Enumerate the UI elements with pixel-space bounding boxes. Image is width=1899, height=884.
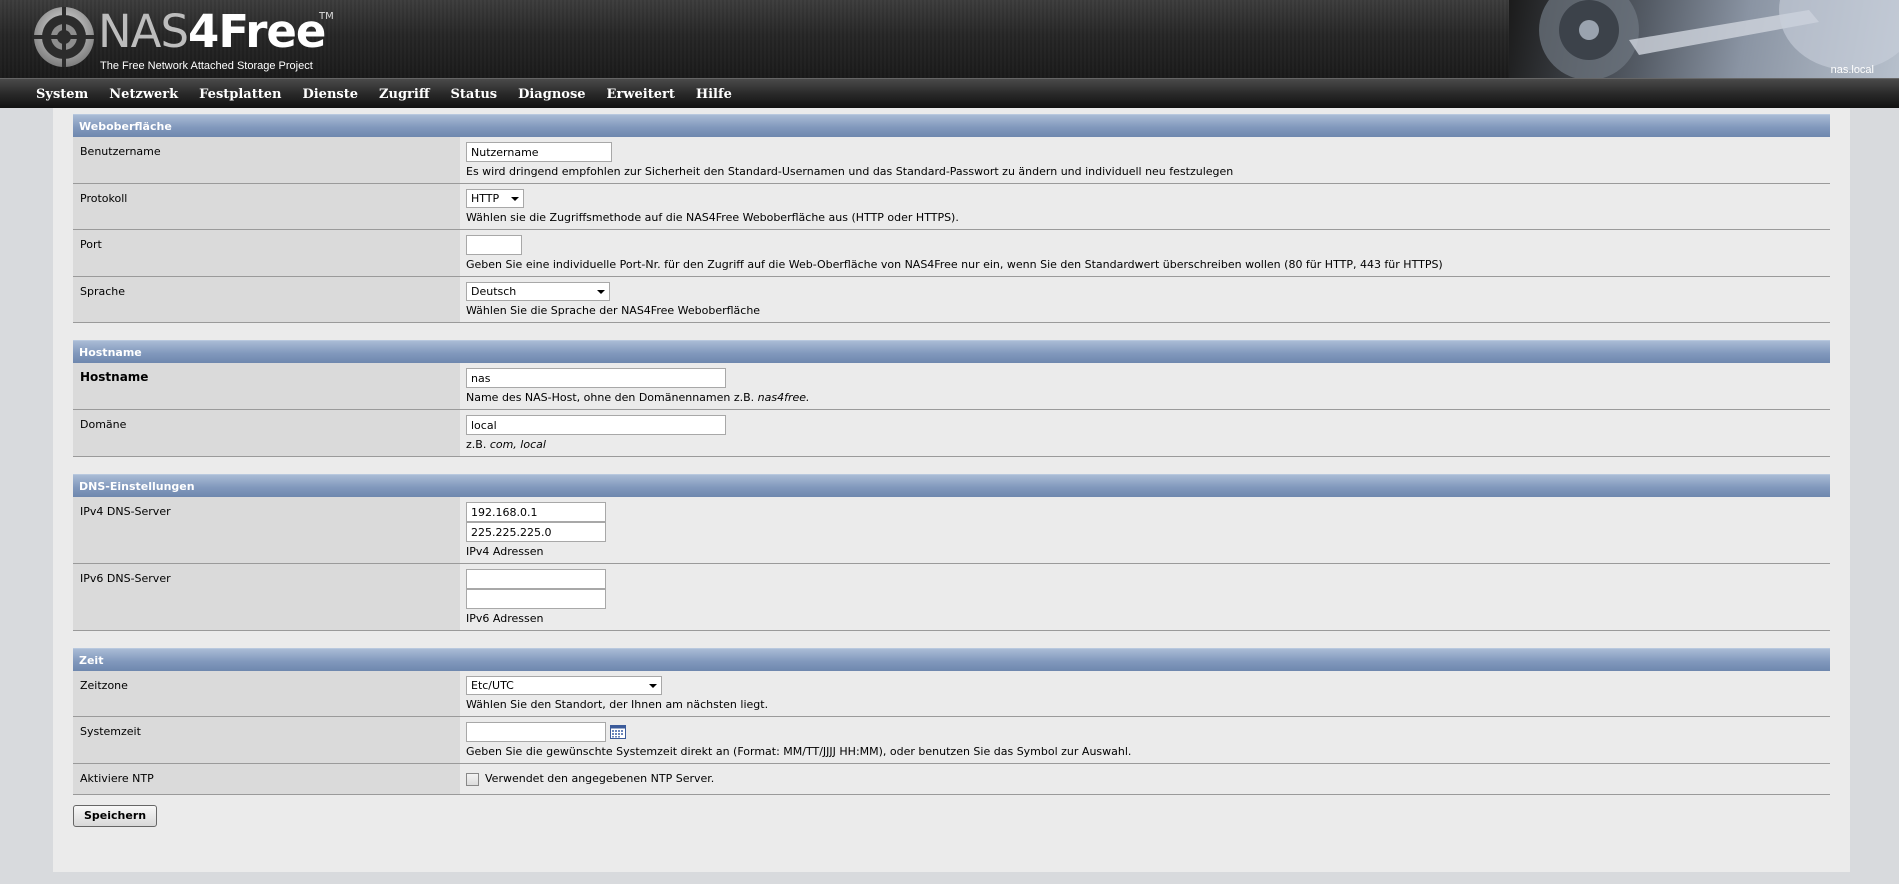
main-menu: System Netzwerk Festplatten Dienste Zugr… — [0, 78, 1899, 108]
protocol-select-value: HTTP — [471, 192, 500, 205]
section-title-hostname: Hostname — [73, 340, 1830, 363]
timezone-select-value: Etc/UTC — [471, 679, 514, 692]
domain-input[interactable] — [466, 415, 726, 435]
ipv4-dns-input-1[interactable] — [466, 502, 606, 522]
row-port: Port Geben Sie eine individuelle Port-Nr… — [73, 230, 1830, 277]
row-username: Benutzername Es wird dringend empfohlen … — [73, 137, 1830, 184]
timezone-select[interactable]: Etc/UTC — [466, 676, 662, 695]
hostname-label: Hostname — [73, 363, 460, 409]
menu-diagnose[interactable]: Diagnose — [518, 87, 585, 102]
port-input[interactable] — [466, 235, 522, 255]
ntp-hint: Verwendet den angegebenen NTP Server. — [485, 772, 715, 785]
ntp-label: Aktiviere NTP — [73, 764, 460, 794]
ipv4-dns-input-2[interactable] — [466, 522, 606, 542]
row-ipv6-dns: IPv6 DNS-Server IPv6 Adressen — [73, 564, 1830, 631]
timezone-hint: Wählen Sie den Standort, der Ihnen am nä… — [466, 698, 769, 711]
hard-disk-banner-image: nas.local — [1509, 0, 1899, 78]
menu-dienste[interactable]: Dienste — [302, 87, 358, 102]
ipv6-dns-label: IPv6 DNS-Server — [73, 564, 460, 630]
protocol-hint: Wählen sie die Zugriffsmethode auf die N… — [466, 211, 959, 224]
row-language: Sprache Deutsch Wählen Sie die Sprache d… — [73, 277, 1830, 323]
row-ntp: Aktiviere NTP Verwendet den angegebenen … — [73, 764, 1830, 795]
logo-trademark: TM — [319, 11, 334, 22]
logo-tagline: The Free Network Attached Storage Projec… — [100, 60, 313, 72]
port-label: Port — [73, 230, 460, 276]
row-protocol: Protokoll HTTP Wählen sie die Zugriffsme… — [73, 184, 1830, 230]
systemtime-hint: Geben Sie die gewünschte Systemzeit dire… — [466, 745, 1132, 758]
section-title-webui: Weboberfläche — [73, 114, 1830, 137]
main-content: Weboberfläche Benutzername Es wird dring… — [53, 108, 1850, 872]
menu-system[interactable]: System — [36, 87, 88, 102]
protocol-label: Protokoll — [73, 184, 460, 229]
hostname-hint: Name des NAS-Host, ohne den Domänennamen… — [466, 391, 1830, 404]
row-ipv4-dns: IPv4 DNS-Server IPv4 Adressen — [73, 497, 1830, 564]
nas4free-logo: NAS4Free TM The Free Network Attached St… — [32, 5, 352, 75]
dropdown-arrow-icon — [649, 684, 657, 688]
domain-label: Domäne — [73, 410, 460, 456]
hostname-input[interactable] — [466, 368, 726, 388]
protocol-select[interactable]: HTTP — [466, 189, 524, 208]
section-title-dns: DNS-Einstellungen — [73, 474, 1830, 497]
username-hint: Es wird dringend empfohlen zur Sicherhei… — [466, 165, 1234, 178]
ipv4-dns-label: IPv4 DNS-Server — [73, 497, 460, 563]
language-select-value: Deutsch — [471, 285, 517, 298]
logo-wordmark-part2: 4Free — [188, 5, 326, 58]
ipv4-dns-hint: IPv4 Adressen — [466, 545, 544, 558]
dropdown-arrow-icon — [511, 197, 519, 201]
hostname-hint-example: nas4free. — [757, 391, 810, 404]
logo-wordmark: NAS4Free — [98, 5, 326, 58]
app-header: NAS4Free TM The Free Network Attached St… — [0, 0, 1899, 78]
language-label: Sprache — [73, 277, 460, 322]
logo-ring-icon — [34, 7, 94, 67]
ipv6-dns-input-2[interactable] — [466, 589, 606, 609]
ipv6-dns-input-1[interactable] — [466, 569, 606, 589]
settings-form: Weboberfläche Benutzername Es wird dring… — [73, 114, 1830, 827]
menu-festplatten[interactable]: Festplatten — [199, 87, 281, 102]
dropdown-arrow-icon — [597, 290, 605, 294]
ipv6-dns-hint: IPv6 Adressen — [466, 612, 544, 625]
ntp-checkbox[interactable] — [466, 772, 479, 786]
language-hint: Wählen Sie die Sprache der NAS4Free Webo… — [466, 304, 761, 317]
menu-hilfe[interactable]: Hilfe — [696, 87, 732, 102]
row-domain: Domäne z.B. com, local — [73, 410, 1830, 457]
section-title-time: Zeit — [73, 648, 1830, 671]
logo-wordmark-part1: NAS — [98, 5, 189, 58]
menu-status[interactable]: Status — [451, 87, 498, 102]
username-label: Benutzername — [73, 137, 460, 183]
menu-erweitert[interactable]: Erweitert — [607, 87, 675, 102]
systemtime-label: Systemzeit — [73, 717, 460, 763]
language-select[interactable]: Deutsch — [466, 282, 610, 301]
port-hint: Geben Sie eine individuelle Port-Nr. für… — [466, 258, 1443, 271]
row-hostname: Hostname Name des NAS-Host, ohne den Dom… — [73, 363, 1830, 410]
systemtime-input[interactable] — [466, 722, 606, 742]
domain-hint-example: com, local — [489, 438, 546, 451]
domain-hint-text: z.B. — [466, 438, 490, 451]
row-timezone: Zeitzone Etc/UTC Wählen Sie den Standort… — [73, 671, 1830, 717]
calendar-icon[interactable] — [610, 725, 626, 739]
timezone-label: Zeitzone — [73, 671, 460, 716]
menu-zugriff[interactable]: Zugriff — [379, 87, 430, 102]
host-domain-label: nas.local — [1830, 64, 1874, 76]
domain-hint: z.B. com, local — [466, 438, 1830, 451]
save-button[interactable]: Speichern — [73, 804, 158, 827]
hostname-hint-text: Name des NAS-Host, ohne den Domänennamen… — [466, 391, 758, 404]
username-input[interactable] — [466, 142, 612, 162]
row-systemtime: Systemzeit Geben Sie die gewünschte Syst… — [73, 717, 1830, 764]
menu-netzwerk[interactable]: Netzwerk — [109, 87, 178, 102]
